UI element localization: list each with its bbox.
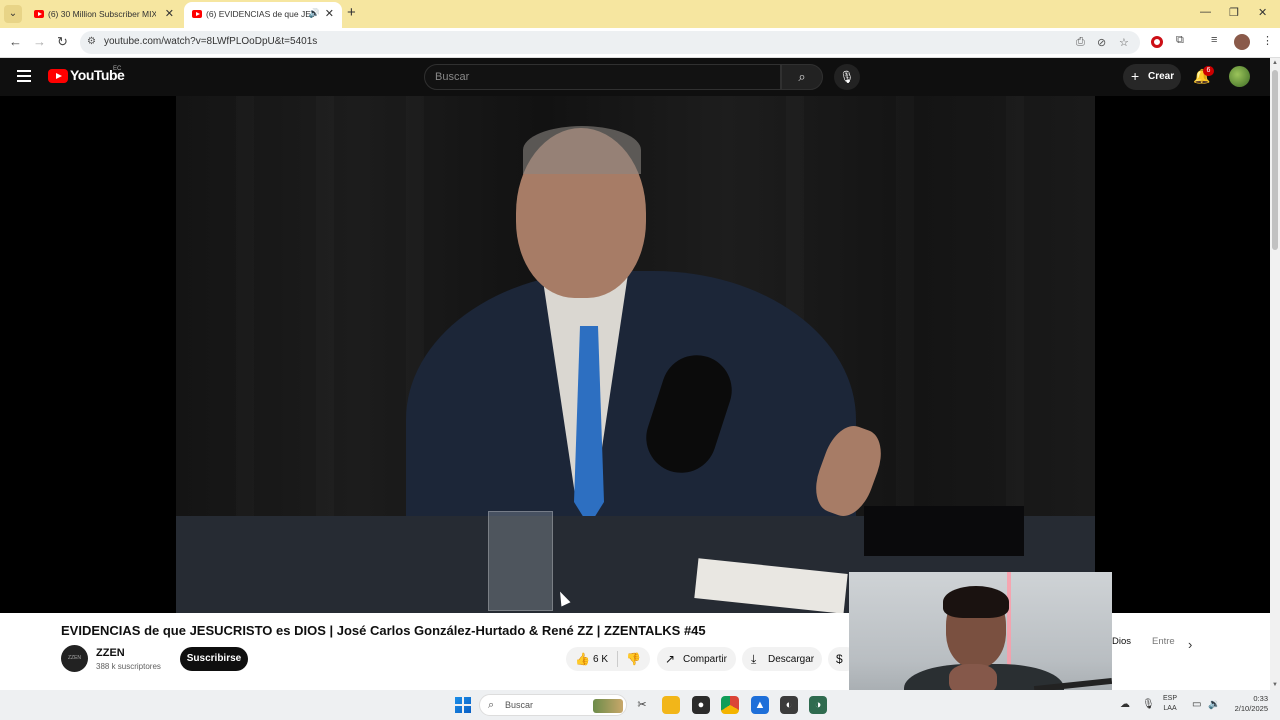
language-indicator[interactable]: ESP LAA: [1163, 694, 1177, 714]
eye-off-icon[interactable]: ⊘: [1097, 36, 1106, 49]
onedrive-icon[interactable]: ☁: [1120, 699, 1130, 710]
plus-icon: +: [1131, 68, 1140, 84]
speaker-hair: [523, 126, 641, 174]
browser-tab-active[interactable]: (6) EVIDENCIAS de que JESÚS 🔊 ✕: [184, 2, 342, 28]
opera-extension-icon[interactable]: [1151, 36, 1163, 48]
site-info-icon[interactable]: ⚙: [87, 36, 96, 47]
display-icon[interactable]: ▭: [1192, 699, 1201, 710]
tab-title: (6) 30 Million Subscriber MIX | T: [48, 9, 156, 19]
back-arrow-icon[interactable]: ←: [9, 34, 22, 49]
webcam-person-hair: [943, 586, 1009, 618]
download-icon: ⤓: [751, 652, 757, 666]
clock-date: 2/10/2025: [1234, 704, 1268, 713]
microphone-icon[interactable]: 🎙: [1142, 699, 1155, 710]
share-button[interactable]: ↗ Compartir: [657, 647, 736, 671]
hamburger-menu-icon[interactable]: [17, 70, 31, 82]
create-button[interactable]: + Crear: [1123, 64, 1181, 90]
channel-name[interactable]: ZZEN: [96, 647, 125, 659]
video-player[interactable]: [0, 96, 1270, 613]
search-icon: ⌕: [488, 699, 495, 711]
photos-icon[interactable]: ▲: [751, 696, 769, 714]
taskbar-clock[interactable]: 0:33 2/10/2025: [1228, 694, 1268, 714]
close-icon[interactable]: ✕: [325, 7, 334, 20]
obs-icon[interactable]: ●: [692, 696, 710, 714]
search-highlight-image: [593, 699, 623, 713]
file-explorer-icon[interactable]: [662, 696, 680, 714]
browser-tabstrip: ⌄ (6) 30 Million Subscriber MIX | T ✕ (6…: [0, 0, 1280, 28]
tab-title: (6) EVIDENCIAS de que JESÚS: [206, 9, 314, 19]
youtube-logo-icon[interactable]: [48, 69, 68, 83]
speaker-icon[interactable]: 🔊: [309, 8, 320, 19]
puzzle-extensions-icon[interactable]: ⧉: [1176, 34, 1184, 47]
country-code: EC: [113, 66, 122, 72]
subscribe-button[interactable]: Suscribirse: [180, 647, 248, 671]
language-code: ESP: [1163, 695, 1178, 702]
keyboard-layout: LAA: [1163, 705, 1177, 712]
voice-search-button[interactable]: 🎙: [834, 64, 860, 90]
menu-dots-icon[interactable]: ⋮: [1262, 34, 1273, 47]
search-button[interactable]: ⌕: [781, 64, 823, 90]
search-input[interactable]: Buscar: [424, 64, 781, 90]
thumbs-up-icon[interactable]: 👍: [575, 652, 590, 666]
notification-badge: 6: [1203, 66, 1214, 76]
user-avatar[interactable]: [1229, 66, 1250, 87]
scroll-up-icon[interactable]: ▲: [1272, 60, 1278, 66]
chip-dios[interactable]: Dios: [1112, 636, 1131, 647]
page-scrollbar[interactable]: ▲ ▼: [1270, 58, 1280, 690]
thumbs-down-icon[interactable]: 👎: [626, 652, 641, 666]
media-control-icon[interactable]: ≡: [1211, 34, 1217, 46]
restore-button[interactable]: ❐: [1229, 6, 1239, 19]
browser-toolbar: ← → ↻ ⚙ youtube.com/watch?v=8LWfPLOoDpU&…: [0, 28, 1280, 58]
create-label: Crear: [1148, 71, 1175, 82]
download-button[interactable]: ⤓ Descargar: [742, 647, 822, 671]
windows-start-icon[interactable]: [455, 697, 471, 713]
microphone-icon: 🎙: [839, 70, 855, 84]
subscriber-count: 388 k suscriptores: [96, 662, 161, 671]
new-tab-button[interactable]: +: [347, 4, 356, 21]
divider: [617, 651, 618, 667]
youtube-favicon-icon: [34, 10, 44, 18]
reload-icon[interactable]: ↻: [57, 34, 68, 50]
taskbar-search-label: Buscar: [505, 700, 534, 710]
scrollbar-thumb[interactable]: [1272, 70, 1278, 250]
share-icon: ↗: [665, 652, 676, 666]
browser-tab[interactable]: (6) 30 Million Subscriber MIX | T ✕: [26, 2, 182, 28]
profile-avatar[interactable]: [1234, 34, 1250, 50]
url-text[interactable]: youtube.com/watch?v=8LWfPLOoDpU&t=5401s: [104, 36, 317, 47]
dollar-icon: $: [836, 652, 843, 666]
chevron-right-icon[interactable]: ›: [1188, 637, 1192, 652]
share-label: Compartir: [683, 654, 727, 665]
capcut-icon[interactable]: ✂: [633, 696, 651, 714]
close-window-button[interactable]: ✕: [1258, 6, 1267, 19]
install-app-icon[interactable]: ⎙: [1076, 36, 1085, 49]
chrome-icon[interactable]: [721, 696, 739, 714]
star-icon[interactable]: ☆: [1119, 36, 1129, 49]
youtube-header: YouTube EC Buscar ⌕ 🎙 + Crear 🔔 6: [0, 58, 1270, 96]
tab-search-button[interactable]: ⌄: [4, 5, 22, 23]
chip-entre[interactable]: Entre: [1152, 636, 1175, 647]
search-placeholder: Buscar: [435, 71, 470, 83]
app-icon[interactable]: ◑: [809, 696, 827, 714]
channel-avatar[interactable]: ZZEN: [61, 645, 88, 672]
download-label: Descargar: [768, 654, 815, 665]
video-title: EVIDENCIAS de que JESUCRISTO es DIOS | J…: [61, 623, 706, 638]
like-dislike-group: 👍 6 K 👎: [566, 647, 650, 671]
search-icon: ⌕: [798, 69, 806, 84]
scroll-down-icon[interactable]: ▼: [1272, 682, 1278, 688]
youtube-favicon-icon: [192, 10, 202, 18]
taskbar-search[interactable]: ⌕ Buscar: [479, 694, 627, 716]
forward-arrow-icon[interactable]: →: [33, 34, 46, 49]
black-box: [864, 506, 1024, 556]
volume-icon[interactable]: 🔉: [1208, 699, 1220, 710]
minimize-button[interactable]: —: [1200, 6, 1211, 18]
address-bar[interactable]: ⚙ youtube.com/watch?v=8LWfPLOoDpU&t=5401…: [80, 31, 1140, 54]
app-icon[interactable]: ◐: [780, 696, 798, 714]
like-count[interactable]: 6 K: [593, 654, 608, 665]
clock-time: 0:33: [1253, 694, 1268, 703]
water-glass: [488, 511, 553, 611]
video-frame: [176, 96, 1095, 613]
windows-taskbar: ⌕ Buscar ✂ ● ▲ ◐ ◑ ☁ 🎙 ESP LAA ▭ 🔉 0:33 …: [0, 690, 1280, 720]
close-icon[interactable]: ✕: [165, 7, 174, 20]
